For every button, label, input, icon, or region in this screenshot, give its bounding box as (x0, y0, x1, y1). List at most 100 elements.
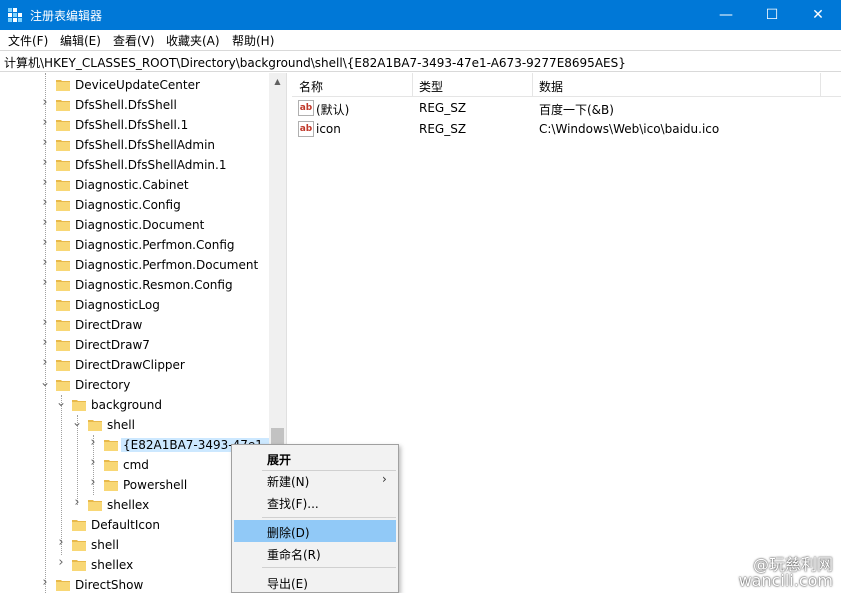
menu-file[interactable]: 文件(F) (8, 32, 48, 49)
tree-item[interactable]: › DirectDraw7 (0, 335, 269, 355)
address-bar[interactable]: 计算机\HKEY_CLASSES_ROOT\Directory\backgrou… (0, 50, 841, 72)
context-menu: 展开 新建(N) › 查找(F)... 删除(D) 重命名(R) 导出(E) (231, 444, 399, 593)
tree-item[interactable]: ⌄ shell (0, 415, 269, 435)
maximize-button[interactable]: ☐ (749, 0, 795, 30)
tree-item[interactable]: DefaultIcon (0, 515, 269, 535)
column-name-header[interactable]: 名称 (299, 78, 323, 95)
tree-item[interactable]: › shellex (0, 555, 269, 575)
menu-help[interactable]: 帮助(H) (232, 32, 274, 49)
tree-item-label: DfsShell.DfsShellAdmin.1 (75, 158, 227, 172)
chevron-right-icon[interactable]: › (56, 536, 66, 549)
close-button[interactable]: ✕ (795, 0, 841, 30)
tree-item-label: DirectDraw (75, 318, 143, 332)
chevron-right-icon[interactable]: › (40, 256, 50, 269)
chevron-right-icon[interactable]: › (88, 476, 98, 489)
chevron-down-icon[interactable]: ⌄ (56, 396, 66, 408)
tree-item-label: Powershell (123, 478, 188, 492)
menu-favorites[interactable]: 收藏夹(A) (166, 32, 220, 49)
menu-separator (262, 567, 396, 568)
menu-item-new[interactable]: 新建(N) › (234, 469, 396, 491)
column-divider[interactable] (532, 73, 533, 97)
menu-item-expand[interactable]: 展开 (234, 447, 396, 469)
tree-item[interactable]: › Diagnostic.Perfmon.Config (0, 235, 269, 255)
column-type-header[interactable]: 类型 (419, 78, 443, 95)
chevron-right-icon[interactable]: › (40, 276, 50, 289)
menu-item-export[interactable]: 导出(E) (234, 571, 396, 593)
tree-item-label: shellex (91, 558, 134, 572)
tree-item[interactable]: DeviceUpdateCenter (0, 75, 269, 95)
chevron-right-icon[interactable]: › (40, 316, 50, 329)
tree-item[interactable]: › Diagnostic.Perfmon.Document (0, 255, 269, 275)
menu-item-delete[interactable]: 删除(D) (234, 520, 396, 542)
tree-item[interactable]: › cmd (0, 455, 269, 475)
chevron-right-icon[interactable]: › (40, 576, 50, 589)
tree-item[interactable]: › Diagnostic.Cabinet (0, 175, 269, 195)
column-divider[interactable] (820, 73, 821, 97)
tree-item[interactable]: › shellex (0, 495, 269, 515)
folder-icon (56, 300, 70, 311)
tree-item[interactable]: › Diagnostic.Document (0, 215, 269, 235)
folder-icon (56, 320, 70, 331)
menu-item-rename[interactable]: 重命名(R) (234, 542, 396, 564)
tree-item[interactable]: › DfsShell.DfsShell.1 (0, 115, 269, 135)
chevron-down-icon[interactable]: ⌄ (72, 416, 82, 428)
column-data-header[interactable]: 数据 (539, 78, 563, 95)
folder-icon (72, 540, 86, 551)
chevron-down-icon[interactable]: ⌄ (40, 376, 50, 388)
tree-item[interactable]: › shell (0, 535, 269, 555)
tree-item-label: Directory (75, 378, 131, 392)
value-name: (默认) (316, 103, 350, 117)
string-value-icon: ab (298, 121, 314, 137)
column-divider[interactable] (412, 73, 413, 97)
chevron-right-icon[interactable]: › (40, 336, 50, 349)
tree-item[interactable]: › {E82A1BA7-3493-47e1-A6 (0, 435, 285, 455)
chevron-right-icon[interactable]: › (40, 96, 50, 109)
tree-item[interactable]: › DfsShell.DfsShellAdmin.1 (0, 155, 269, 175)
tree-item-label: background (91, 398, 162, 412)
chevron-right-icon[interactable]: › (40, 136, 50, 149)
folder-icon (56, 240, 70, 251)
folder-icon (56, 580, 70, 591)
tree-item[interactable]: ⌄ Directory (0, 375, 269, 395)
menu-view[interactable]: 查看(V) (113, 32, 155, 49)
tree-item[interactable]: DiagnosticLog (0, 295, 269, 315)
chevron-right-icon[interactable]: › (40, 356, 50, 369)
folder-icon (88, 420, 102, 431)
chevron-right-icon[interactable]: › (88, 436, 98, 449)
chevron-right-icon[interactable]: › (40, 196, 50, 209)
tree-item[interactable]: › Diagnostic.Resmon.Config (0, 275, 269, 295)
tree-item[interactable]: › DfsShell.DfsShell (0, 95, 269, 115)
chevron-right-icon[interactable]: › (40, 236, 50, 249)
scroll-up-arrow-icon[interactable]: ▲ (269, 73, 286, 90)
menu-item-find[interactable]: 查找(F)... (234, 491, 396, 513)
minimize-button[interactable]: — (703, 0, 749, 30)
tree-item-label: Diagnostic.Config (75, 198, 181, 212)
tree-item[interactable]: ⌄ background (0, 395, 269, 415)
value-row[interactable]: ab icon REG_SZ C:\Windows\Web\ico\baidu.… (292, 119, 841, 140)
value-row[interactable]: ab (默认) REG_SZ 百度一下(&B) (292, 98, 841, 119)
tree-item[interactable]: › DirectDraw (0, 315, 269, 335)
tree-item[interactable]: › DfsShell.DfsShellAdmin (0, 135, 269, 155)
folder-icon (56, 340, 70, 351)
tree-item[interactable]: › Powershell (0, 475, 269, 495)
chevron-right-icon[interactable]: › (40, 116, 50, 129)
chevron-right-icon[interactable]: › (40, 176, 50, 189)
folder-icon (72, 400, 86, 411)
chevron-right-icon[interactable]: › (40, 156, 50, 169)
folder-icon (56, 180, 70, 191)
tree-item-label: shell (91, 538, 119, 552)
chevron-right-icon[interactable]: › (56, 556, 66, 569)
tree-item[interactable]: › DirectShow (0, 575, 269, 593)
folder-icon (56, 80, 70, 91)
folder-icon (104, 480, 118, 491)
tree-item[interactable]: › Diagnostic.Config (0, 195, 269, 215)
chevron-right-icon[interactable]: › (88, 456, 98, 469)
folder-icon (56, 220, 70, 231)
chevron-right-icon[interactable]: › (72, 496, 82, 509)
tree-item[interactable]: › DirectDrawClipper (0, 355, 269, 375)
address-path[interactable]: 计算机\HKEY_CLASSES_ROOT\Directory\backgrou… (4, 54, 626, 71)
value-name: icon (316, 122, 341, 136)
menu-edit[interactable]: 编辑(E) (60, 32, 101, 49)
chevron-right-icon[interactable]: › (40, 216, 50, 229)
tree-item-label: DfsShell.DfsShellAdmin (75, 138, 216, 152)
